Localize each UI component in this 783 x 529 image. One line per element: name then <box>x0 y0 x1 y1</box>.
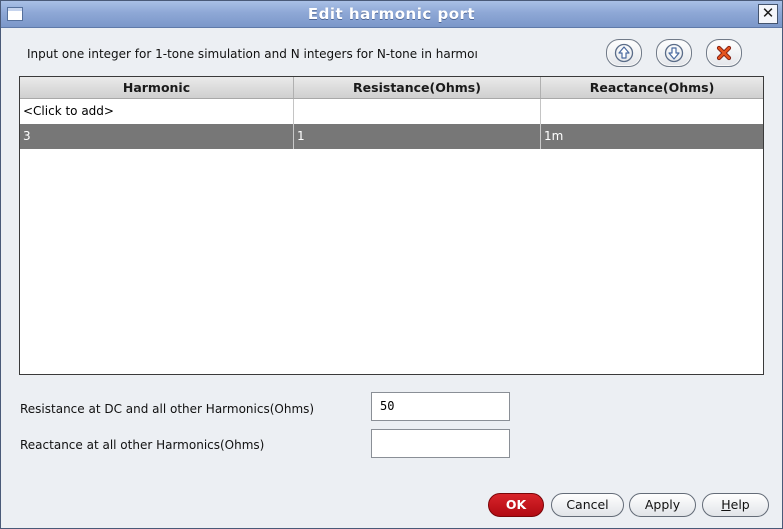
title-bar[interactable]: Edit harmonic port ✕ <box>1 1 782 28</box>
apply-button[interactable]: Apply <box>629 493 696 517</box>
reactance-input[interactable] <box>371 429 510 458</box>
move-down-button[interactable] <box>656 39 692 67</box>
add-row-empty-cell[interactable] <box>294 99 541 124</box>
harmonic-cell[interactable]: 3 <box>20 124 294 149</box>
delete-row-button[interactable] <box>706 39 742 67</box>
add-row-empty-cell[interactable] <box>541 99 763 124</box>
reactance-label: Reactance at all other Harmonics(Ohms) <box>20 438 265 452</box>
help-button[interactable]: Help <box>702 493 769 517</box>
delete-x-icon <box>716 45 732 61</box>
column-header-resistance[interactable]: Resistance(Ohms) <box>294 77 541 98</box>
window-title: Edit harmonic port <box>307 5 476 23</box>
harmonic-table[interactable]: Harmonic Resistance(Ohms) Reactance(Ohms… <box>19 76 764 375</box>
ok-button[interactable]: OK <box>488 493 544 517</box>
instruction-text: Input one integer for 1-tone simulation … <box>27 47 478 61</box>
table-header: Harmonic Resistance(Ohms) Reactance(Ohms… <box>20 77 763 99</box>
resistance-cell[interactable]: 1 <box>294 124 541 149</box>
add-row-cell[interactable]: <Click to add> <box>20 99 294 124</box>
resistance-dc-label: Resistance at DC and all other Harmonics… <box>20 402 315 416</box>
column-header-harmonic[interactable]: Harmonic <box>20 77 294 98</box>
add-row[interactable]: <Click to add> <box>20 99 763 125</box>
column-header-reactance[interactable]: Reactance(Ohms) <box>541 77 763 98</box>
help-label-rest: elp <box>730 497 750 512</box>
close-button[interactable]: ✕ <box>758 4 778 24</box>
cancel-button[interactable]: Cancel <box>551 493 624 517</box>
reactance-cell[interactable]: 1m <box>541 124 763 149</box>
edit-harmonic-port-dialog: Edit harmonic port ✕ Input one integer f… <box>0 0 783 529</box>
table-row[interactable]: 3 1 1m <box>20 124 763 149</box>
move-up-button[interactable] <box>606 39 642 67</box>
arrow-up-icon <box>614 43 634 63</box>
help-mnemonic: H <box>721 497 731 512</box>
resistance-dc-input[interactable]: 50 <box>371 392 510 421</box>
arrow-down-icon <box>664 43 684 63</box>
